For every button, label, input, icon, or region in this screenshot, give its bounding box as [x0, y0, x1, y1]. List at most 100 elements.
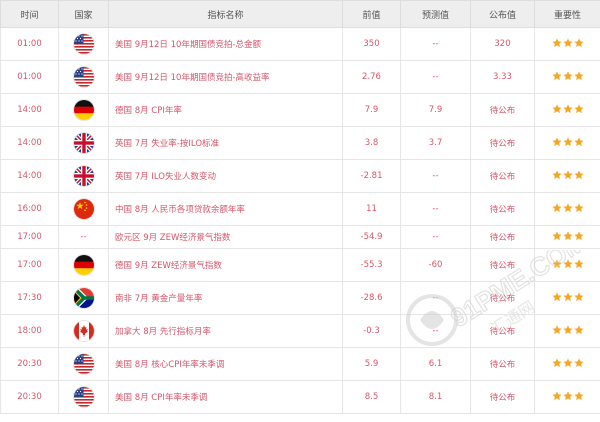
indicator-name-cell: 美国 9月12日 10年期国债竞拍-总金额 [108, 27, 343, 61]
star-icon [562, 357, 573, 368]
table-row[interactable]: 17:00 -- 欧元区 9月 ZEW经济景气指数 -54.9 -- 待公布 [0, 225, 600, 249]
actual-value-cell: 320 [470, 27, 535, 61]
header-actual[interactable]: 公布值 [470, 0, 535, 28]
importance-stars [551, 103, 584, 114]
table-row[interactable]: 14:00 英国 7月 ILO失业人数变动 -2.81 -- 待公布 [0, 159, 600, 193]
star-icon [551, 136, 562, 147]
table-row[interactable]: 18:00 加拿大 8月 先行指标月率 -0.3 -- 待公布 [0, 314, 600, 348]
importance-stars [551, 390, 584, 401]
canada-flag-icon [73, 321, 94, 341]
star-icon [562, 390, 573, 401]
country-placeholder: -- [80, 232, 87, 242]
importance-cell [534, 314, 600, 348]
header-country[interactable]: 国家 [58, 0, 109, 28]
header-previous[interactable]: 前值 [342, 0, 401, 28]
star-icon [551, 258, 562, 269]
star-icon [573, 324, 584, 335]
indicator-name-cell: 美国 8月 CPI年率未季调 [108, 380, 343, 414]
forecast-value-cell: -- [400, 281, 471, 315]
star-icon [551, 230, 562, 241]
previous-value-cell: 3.8 [342, 126, 401, 160]
table-body: 01:00 美国 9月12日 10年期国债竞拍-总金额 350 -- 320 01:00 美… [0, 27, 600, 414]
previous-value-cell: 2.76 [342, 60, 401, 94]
actual-value-cell: 待公布 [470, 380, 535, 414]
country-cell: -- [58, 225, 109, 249]
star-icon [573, 136, 584, 147]
star-icon [573, 390, 584, 401]
time-cell: 16:00 [0, 192, 59, 226]
star-icon [551, 324, 562, 335]
country-cell [58, 347, 109, 381]
star-icon [573, 230, 584, 241]
previous-value-cell: 7.9 [342, 93, 401, 127]
china-flag-icon [73, 199, 94, 219]
importance-stars [551, 258, 584, 269]
table-row[interactable]: 16:00 中国 8月 人民币各项贷款余额年率 11 -- 待公布 [0, 192, 600, 226]
importance-cell [534, 60, 600, 94]
star-icon [562, 103, 573, 114]
star-icon [573, 357, 584, 368]
table-row[interactable]: 20:30 美国 8月 核心CPI年率未季调 5.9 6.1 待公布 [0, 347, 600, 381]
country-cell [58, 60, 109, 94]
importance-stars [551, 357, 584, 368]
importance-stars [551, 202, 584, 213]
actual-value-cell: 待公布 [470, 126, 535, 160]
importance-cell [534, 93, 600, 127]
star-icon [551, 169, 562, 180]
importance-cell [534, 281, 600, 315]
table-row[interactable]: 14:00 德国 8月 CPI年率 7.9 7.9 待公布 [0, 93, 600, 127]
country-cell [58, 314, 109, 348]
star-icon [562, 136, 573, 147]
header-time[interactable]: 时间 [0, 0, 59, 28]
uk-flag-icon [73, 133, 94, 153]
star-icon [562, 324, 573, 335]
forecast-value-cell: 3.7 [400, 126, 471, 160]
forecast-value-cell: -- [400, 159, 471, 193]
forecast-value-cell: 7.9 [400, 93, 471, 127]
importance-cell [534, 347, 600, 381]
table-row[interactable]: 17:30 南非 7月 黄金产量年率 -28.6 -- 待公布 [0, 281, 600, 315]
time-cell: 20:30 [0, 380, 59, 414]
header-importance[interactable]: 重要性 [534, 0, 600, 28]
table-row[interactable]: 14:00 英国 7月 失业率-按ILO标准 3.8 3.7 待公布 [0, 126, 600, 160]
time-cell: 14:00 [0, 93, 59, 127]
importance-stars [551, 70, 584, 81]
time-cell: 18:00 [0, 314, 59, 348]
country-cell [58, 248, 109, 282]
importance-cell [534, 27, 600, 61]
star-icon [551, 202, 562, 213]
indicator-name-cell: 南非 7月 黄金产量年率 [108, 281, 343, 315]
country-cell [58, 281, 109, 315]
forecast-value-cell: 8.1 [400, 380, 471, 414]
actual-value-cell: 待公布 [470, 347, 535, 381]
star-icon [573, 103, 584, 114]
indicator-name-cell: 美国 8月 核心CPI年率未季调 [108, 347, 343, 381]
importance-stars [551, 169, 584, 180]
actual-value-cell: 待公布 [470, 281, 535, 315]
south-africa-flag-icon [73, 288, 94, 308]
star-icon [573, 202, 584, 213]
importance-cell [534, 248, 600, 282]
header-indicator[interactable]: 指标名称 [108, 0, 343, 28]
star-icon [562, 70, 573, 81]
time-cell: 01:00 [0, 27, 59, 61]
forecast-value-cell: -- [400, 314, 471, 348]
table-row[interactable]: 01:00 美国 9月12日 10年期国债竞拍-高收益率 2.76 -- 3.33 [0, 60, 600, 94]
star-icon [562, 37, 573, 48]
table-row[interactable]: 17:00 德国 9月 ZEW经济景气指数 -55.3 -60 待公布 [0, 248, 600, 282]
table-row[interactable]: 20:30 美国 8月 CPI年率未季调 8.5 8.1 待公布 [0, 380, 600, 414]
forecast-value-cell: -- [400, 60, 471, 94]
time-cell: 01:00 [0, 60, 59, 94]
actual-value-cell: 待公布 [470, 225, 535, 249]
forecast-value-cell: -- [400, 192, 471, 226]
importance-cell [534, 225, 600, 249]
table-row[interactable]: 01:00 美国 9月12日 10年期国债竞拍-总金额 350 -- 320 [0, 27, 600, 61]
star-icon [573, 291, 584, 302]
indicator-name-cell: 德国 8月 CPI年率 [108, 93, 343, 127]
importance-cell [534, 192, 600, 226]
country-cell [58, 159, 109, 193]
time-cell: 20:30 [0, 347, 59, 381]
previous-value-cell: 350 [342, 27, 401, 61]
indicator-name-cell: 欧元区 9月 ZEW经济景气指数 [108, 225, 343, 249]
header-forecast[interactable]: 预测值 [400, 0, 471, 28]
